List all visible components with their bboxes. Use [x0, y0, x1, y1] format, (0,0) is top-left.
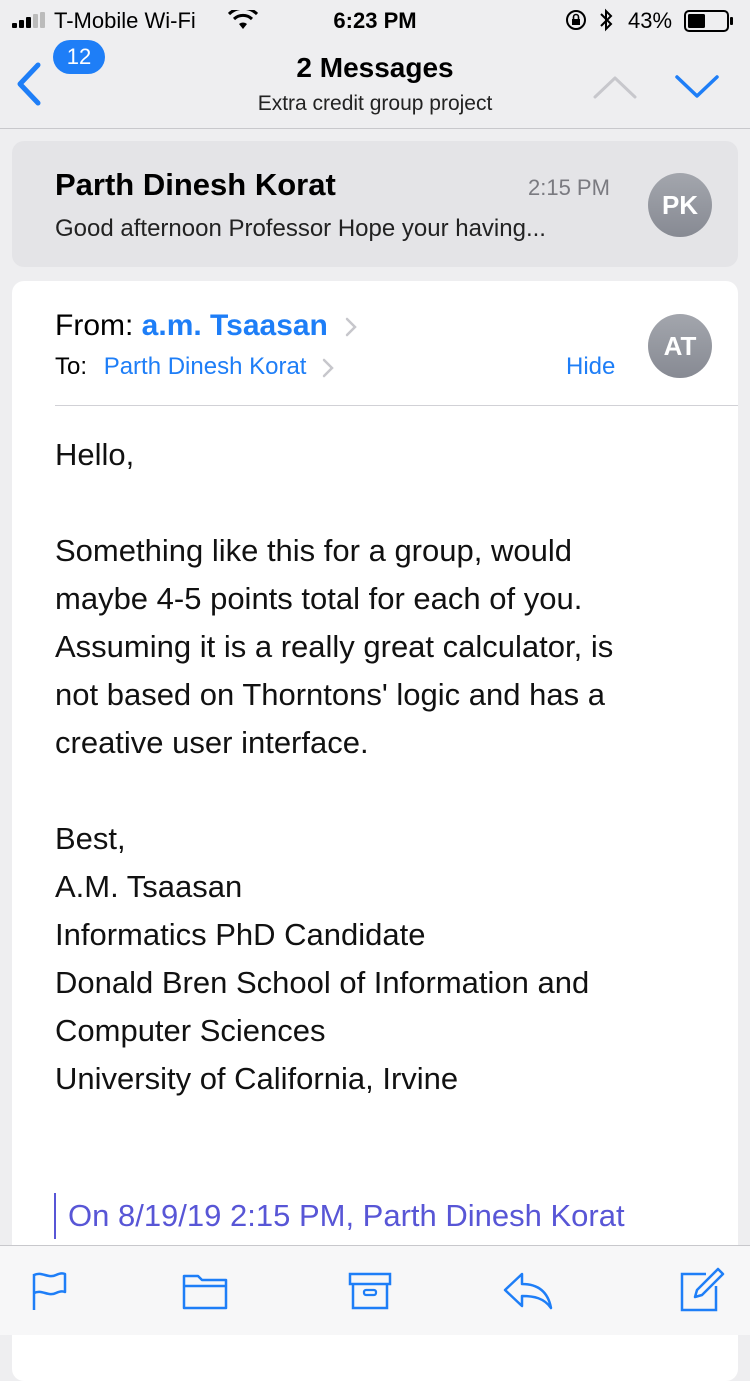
greeting: Hello,: [55, 437, 135, 472]
expanded-message-card: From: a.m. Tsaasan To: Parth Dinesh Kora…: [12, 281, 738, 1381]
avatar: PK: [648, 173, 712, 237]
navigation-bar: 12 2 Messages Extra credit group project: [0, 40, 750, 129]
collapsed-message-card[interactable]: Parth Dinesh Korat 2:15 PM Good afternoo…: [12, 141, 738, 267]
compose-icon[interactable]: [678, 1266, 726, 1312]
avatar: AT: [648, 314, 712, 378]
reply-icon[interactable]: [502, 1270, 554, 1310]
hide-details-link[interactable]: Hide: [566, 353, 615, 381]
body-line: creative user interface.: [55, 725, 369, 760]
from-contact-link[interactable]: a.m. Tsaasan: [142, 309, 328, 342]
from-row: From: a.m. Tsaasan: [55, 309, 358, 343]
orientation-lock-icon: [566, 10, 586, 30]
status-bar: T-Mobile Wi-Fi 6:23 PM 43%: [0, 0, 750, 40]
chevron-right-icon: [345, 317, 358, 337]
battery-icon: [684, 10, 733, 32]
signature-line: A.M. Tsaasan: [55, 869, 243, 904]
message-preview: Good afternoon Professor Hope your havin…: [55, 215, 546, 242]
body-line: not based on Thorntons' logic and has a: [55, 677, 605, 712]
header-divider: [55, 405, 738, 406]
battery-percent: 43%: [628, 8, 673, 33]
bluetooth-icon: [600, 8, 613, 32]
previous-message-chevron-icon[interactable]: [592, 74, 638, 100]
signature-line: Informatics PhD Candidate: [55, 917, 426, 952]
quoted-message-header[interactable]: On 8/19/19 2:15 PM, Parth Dinesh Korat: [54, 1193, 625, 1239]
message-time: 2:15 PM: [528, 175, 610, 200]
to-label: To:: [55, 353, 88, 380]
body-line: Something like this for a group, would: [55, 533, 572, 568]
archive-icon[interactable]: [348, 1270, 392, 1312]
to-contact-link[interactable]: Parth Dinesh Korat: [104, 353, 307, 380]
flag-icon[interactable]: [30, 1270, 68, 1312]
body-line: Assuming it is a really great calculator…: [55, 629, 614, 664]
chevron-right-icon: [322, 358, 334, 377]
signature-line: Computer Sciences: [55, 1013, 326, 1048]
next-message-chevron-icon[interactable]: [674, 74, 720, 100]
to-row: To: Parth Dinesh Korat: [55, 353, 335, 381]
signature-line: Best,: [55, 821, 126, 856]
bottom-toolbar: [0, 1245, 750, 1335]
signature-line: University of California, Irvine: [55, 1061, 459, 1096]
from-label: From:: [55, 309, 134, 342]
signature-line: Donald Bren School of Information and: [55, 965, 590, 1000]
message-body: Hello, Something like this for a group, …: [55, 431, 705, 1103]
body-line: maybe 4-5 points total for each of you.: [55, 581, 583, 616]
folder-icon[interactable]: [182, 1270, 228, 1310]
sender-name: Parth Dinesh Korat: [55, 167, 336, 202]
